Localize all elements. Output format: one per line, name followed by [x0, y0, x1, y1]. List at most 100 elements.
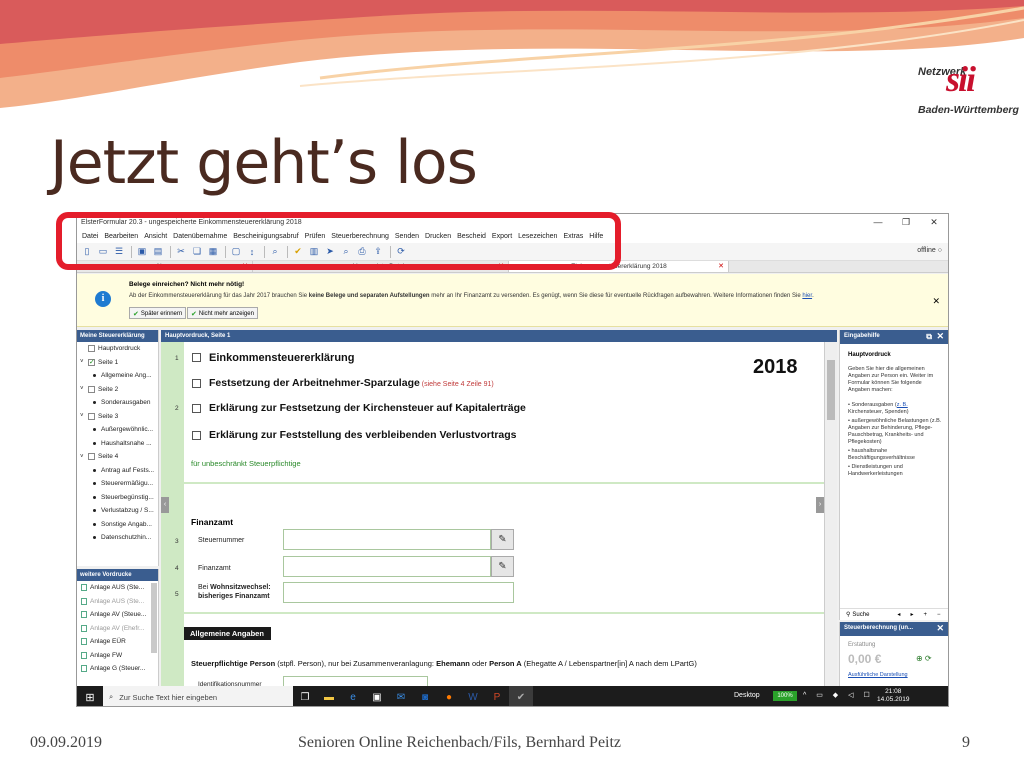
minimize-icon[interactable]: — — [864, 217, 892, 227]
more-forms-item[interactable]: Anlage FW — [77, 649, 158, 663]
arrow-left-icon[interactable]: ◂ — [897, 611, 900, 618]
detailed-view-link[interactable]: Ausführliche Darstellung — [848, 672, 908, 678]
battery-indicator[interactable]: 100% — [773, 691, 797, 701]
menu-toolbar-highlight — [56, 212, 621, 270]
tree-item-label: Seite 1 — [98, 358, 119, 366]
file-explorer-icon[interactable]: ▬ — [317, 686, 341, 706]
more-forms-item[interactable]: Anlage EÜR — [77, 635, 158, 649]
close-icon[interactable]: ✕ — [936, 623, 944, 634]
word-icon[interactable]: W — [461, 686, 485, 706]
calc-refresh-icon[interactable]: ⊕ ⟳ — [916, 654, 932, 663]
tree-checkbox[interactable] — [88, 345, 95, 353]
tree-item[interactable]: Allgemeine Ang... — [77, 369, 158, 383]
tree-item[interactable]: Hauptvordruck — [77, 342, 158, 356]
tree-item[interactable]: Antrag auf Fests... — [77, 464, 158, 478]
pin-icon[interactable]: ⧉ — [926, 332, 932, 342]
footer-author: Senioren Online Reichenbach/Fils, Bernha… — [298, 734, 622, 751]
firefox-icon[interactable]: ● — [437, 686, 461, 706]
tree-item[interactable]: ˅ Seite 4 — [77, 450, 158, 464]
section-divider — [184, 482, 824, 484]
tree-checkbox[interactable] — [88, 453, 95, 461]
task-view-icon[interactable]: ❐ — [293, 686, 317, 706]
system-tray-icons[interactable]: ^ ▭ ◆ ◁ ☐ — [803, 691, 874, 699]
tree-item[interactable]: Datenschutzhin... — [77, 531, 158, 545]
help-bullet-link[interactable]: z. B. — [897, 402, 908, 408]
tree-checkbox[interactable]: ✓ — [88, 358, 95, 366]
store-icon[interactable]: ▣ — [365, 686, 389, 706]
tree-item[interactable]: Sonderausgaben — [77, 396, 158, 410]
elster-icon[interactable]: ✔ — [509, 686, 533, 706]
option-income-tax-return: Einkommensteuererklärung — [209, 352, 355, 364]
option-church-tax: Erklärung zur Festsetzung der Kirchenste… — [209, 402, 526, 414]
previous-tax-office-input[interactable] — [283, 582, 514, 603]
tree-item[interactable]: Außergewöhnlic... — [77, 423, 158, 437]
maximize-icon[interactable]: ❐ — [892, 217, 920, 228]
close-icon[interactable]: ✕ — [932, 296, 940, 307]
collapse-left-icon[interactable]: ‹ — [161, 497, 169, 513]
info-banner: i Belege einreichen? Nicht mehr nötig! A… — [77, 274, 948, 327]
tree-item[interactable]: ˅ Seite 2 — [77, 383, 158, 397]
powerpoint-icon[interactable]: P — [485, 686, 509, 706]
tree-item[interactable]: Steuerermäßigu... — [77, 477, 158, 491]
chevron-down-icon[interactable]: ˅ — [80, 454, 88, 460]
pencil-icon[interactable]: ✎ — [491, 529, 514, 550]
collapse-right-icon[interactable]: › — [816, 497, 824, 513]
chevron-down-icon[interactable]: ˅ — [80, 359, 88, 365]
more-forms-item[interactable]: Anlage AUS (Ste... — [77, 595, 158, 609]
mail-icon[interactable]: ✉ — [389, 686, 413, 706]
tree-item[interactable]: ˅ Seite 3 — [77, 410, 158, 424]
check-icon: ✔ — [191, 310, 197, 318]
more-forms-item[interactable]: Anlage AV (Steue... — [77, 608, 158, 622]
pencil-icon[interactable]: ✎ — [491, 556, 514, 577]
arrow-right-icon[interactable]: ▸ — [910, 611, 913, 618]
chevron-down-icon[interactable]: ˅ — [80, 386, 88, 392]
more-forms-label: Anlage FW — [90, 651, 123, 659]
tree-item[interactable]: ˅ ✓ Seite 1 — [77, 356, 158, 370]
bullet-icon — [93, 509, 96, 513]
zoom-out-icon[interactable]: − — [937, 612, 941, 618]
taskbar-search-input[interactable]: ⌕ Zur Suche Text hier eingeben — [103, 686, 293, 706]
taskbar-clock[interactable]: 21:08 14.05.2019 — [877, 688, 910, 704]
tree-item-label: Seite 3 — [98, 412, 119, 420]
desktop-label[interactable]: Desktop — [734, 692, 760, 699]
tree-item[interactable]: Sonstige Angab... — [77, 518, 158, 532]
tree-checkbox[interactable] — [88, 412, 95, 420]
info-title: Belege einreichen? Nicht mehr nötig! — [129, 281, 245, 288]
more-forms-item[interactable]: Anlage AV (Ehefr... — [77, 622, 158, 636]
dont-show-again-button[interactable]: ✔ Nicht mehr anzeigen — [187, 307, 258, 319]
header-swoosh — [0, 0, 1024, 108]
help-title: Hauptvordruck — [848, 352, 891, 358]
help-search-link[interactable]: Suche — [852, 612, 869, 618]
binoculars-icon[interactable]: ⚲ — [846, 611, 850, 618]
more-forms-scrollbar[interactable] — [151, 583, 157, 653]
form-scrollbar[interactable] — [824, 342, 837, 691]
tree-item[interactable]: Haushaltsnahe ... — [77, 437, 158, 451]
tab-close-icon[interactable]: ✕ — [718, 262, 724, 270]
zoom-in-icon[interactable]: + — [923, 612, 927, 618]
tax-office-input[interactable] — [283, 556, 491, 577]
bullet-icon — [93, 441, 96, 445]
form-scrollbar-thumb[interactable] — [827, 360, 835, 420]
close-icon[interactable]: ✕ — [936, 331, 944, 342]
tree-item[interactable]: Steuerbegünstig... — [77, 491, 158, 505]
more-forms-panel: weitere Vordrucke Anlage AUS (Ste... Anla… — [77, 569, 159, 691]
windows-start-icon[interactable]: ⊞ — [77, 686, 103, 706]
chevron-down-icon[interactable]: ˅ — [80, 413, 88, 419]
bullet-icon — [93, 428, 96, 432]
checkbox-loss-carryforward[interactable] — [192, 431, 201, 440]
label-tax-office: Finanzamt — [198, 565, 231, 572]
close-icon[interactable]: ✕ — [920, 217, 948, 228]
outlook-icon[interactable]: ◙ — [413, 686, 437, 706]
checkbox-savings-bonus[interactable] — [192, 379, 201, 388]
remind-later-button[interactable]: ✔ Später erinnern — [129, 307, 187, 319]
info-link[interactable]: hier — [802, 293, 812, 299]
tree-checkbox[interactable] — [88, 385, 95, 393]
more-forms-item[interactable]: Anlage G (Steuer... — [77, 662, 158, 676]
offline-indicator[interactable]: offline ○ — [917, 247, 942, 254]
edge-icon[interactable]: e — [341, 686, 365, 706]
checkbox-income-tax-return[interactable] — [192, 353, 201, 362]
more-forms-item[interactable]: Anlage AUS (Ste... — [77, 581, 158, 595]
tax-number-input[interactable] — [283, 529, 491, 550]
checkbox-church-tax[interactable] — [192, 404, 201, 413]
tree-item[interactable]: Verlustabzug / S... — [77, 504, 158, 518]
